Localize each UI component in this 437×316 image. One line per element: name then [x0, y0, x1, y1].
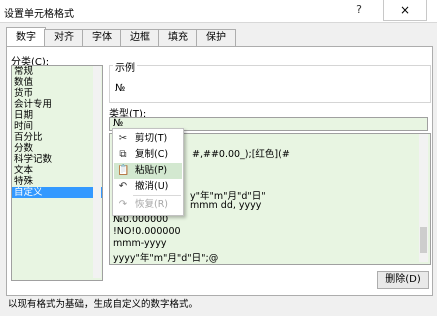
tab-alignment[interactable]: 对齐: [44, 29, 84, 46]
category-item[interactable]: 文本: [12, 165, 102, 176]
type-scrollbar-thumb[interactable]: [420, 227, 427, 253]
sample-label: 示例: [113, 59, 137, 74]
sample-value: №: [115, 83, 126, 94]
paste-icon: 📋: [117, 165, 130, 176]
type-list-item[interactable]: !NO!0.000000: [113, 226, 181, 237]
menu-item-cut[interactable]: ✂ 剪切(T): [114, 131, 182, 147]
category-item[interactable]: 会计专用: [12, 99, 102, 110]
tab-protection[interactable]: 保护: [196, 29, 236, 46]
help-button[interactable]: ?: [346, 0, 372, 20]
title-bar: 设置单元格格式 ? ×: [0, 0, 437, 23]
menu-item-label: 撤消(U): [135, 181, 169, 192]
menu-item-label: 剪切(T): [135, 133, 168, 144]
category-item[interactable]: 日期: [12, 110, 102, 121]
menu-item-redo[interactable]: ↷ 恢复(R): [114, 197, 182, 213]
category-item[interactable]: 数值: [12, 77, 102, 88]
category-scrollbar[interactable]: [93, 66, 101, 278]
category-item[interactable]: 常规: [12, 66, 102, 77]
type-list-item[interactable]: #,##0.00_);[红色](#: [192, 146, 290, 160]
format-cells-dialog: 设置单元格格式 ? × 数字 对齐 字体 边框 填充 保护 分类(C): 常规 …: [0, 0, 437, 316]
tab-font[interactable]: 字体: [82, 29, 122, 46]
tab-number[interactable]: 数字: [6, 27, 46, 46]
tab-border[interactable]: 边框: [120, 29, 160, 46]
category-item[interactable]: 时间: [12, 121, 102, 132]
category-item-custom[interactable]: 自定义: [12, 187, 102, 198]
menu-item-label: 恢复(R): [135, 199, 169, 210]
context-menu: ✂ 剪切(T) ⧉ 复制(C) 📋 粘贴(P) ↶ 撤消(U) ↷ 恢复(R): [112, 128, 184, 216]
category-item[interactable]: 货币: [12, 88, 102, 99]
redo-icon: ↷: [118, 199, 128, 210]
menu-item-copy[interactable]: ⧉ 复制(C): [114, 147, 182, 163]
copy-icon: ⧉: [119, 149, 127, 160]
menu-item-label: 复制(C): [135, 149, 169, 160]
type-list-item[interactable]: yyyy"年"m"月"d"日";@: [113, 250, 218, 264]
close-button[interactable]: ×: [383, 0, 427, 21]
undo-icon: ↶: [118, 181, 128, 192]
dialog-title: 设置单元格格式: [4, 9, 74, 20]
delete-button[interactable]: 删除(D): [377, 271, 429, 289]
menu-item-paste[interactable]: 📋 粘贴(P): [114, 163, 182, 179]
category-item[interactable]: 百分比: [12, 132, 102, 143]
category-item[interactable]: 特殊: [12, 176, 102, 187]
category-item[interactable]: 分数: [12, 143, 102, 154]
number-tab-panel: 分类(C): 常规 数值 货币 会计专用 日期 时间 百分比 分数 科学记数 文…: [6, 46, 433, 296]
tab-fill[interactable]: 填充: [158, 29, 198, 46]
category-list[interactable]: 常规 数值 货币 会计专用 日期 时间 百分比 分数 科学记数 文本 特殊 自定…: [11, 65, 103, 281]
menu-item-undo[interactable]: ↶ 撤消(U): [114, 179, 182, 195]
menu-item-label: 粘贴(P): [135, 165, 168, 176]
type-list-item[interactable]: mmm dd, yyyy: [190, 200, 261, 211]
format-description: 以现有格式为基础，生成自定义的数字格式。: [8, 299, 199, 310]
scissors-icon: ✂: [118, 133, 128, 144]
category-item[interactable]: 科学记数: [12, 154, 102, 165]
menu-separator: [133, 195, 181, 196]
sample-group: [109, 65, 431, 103]
type-list-item[interactable]: mmm-yyyy: [113, 238, 167, 249]
